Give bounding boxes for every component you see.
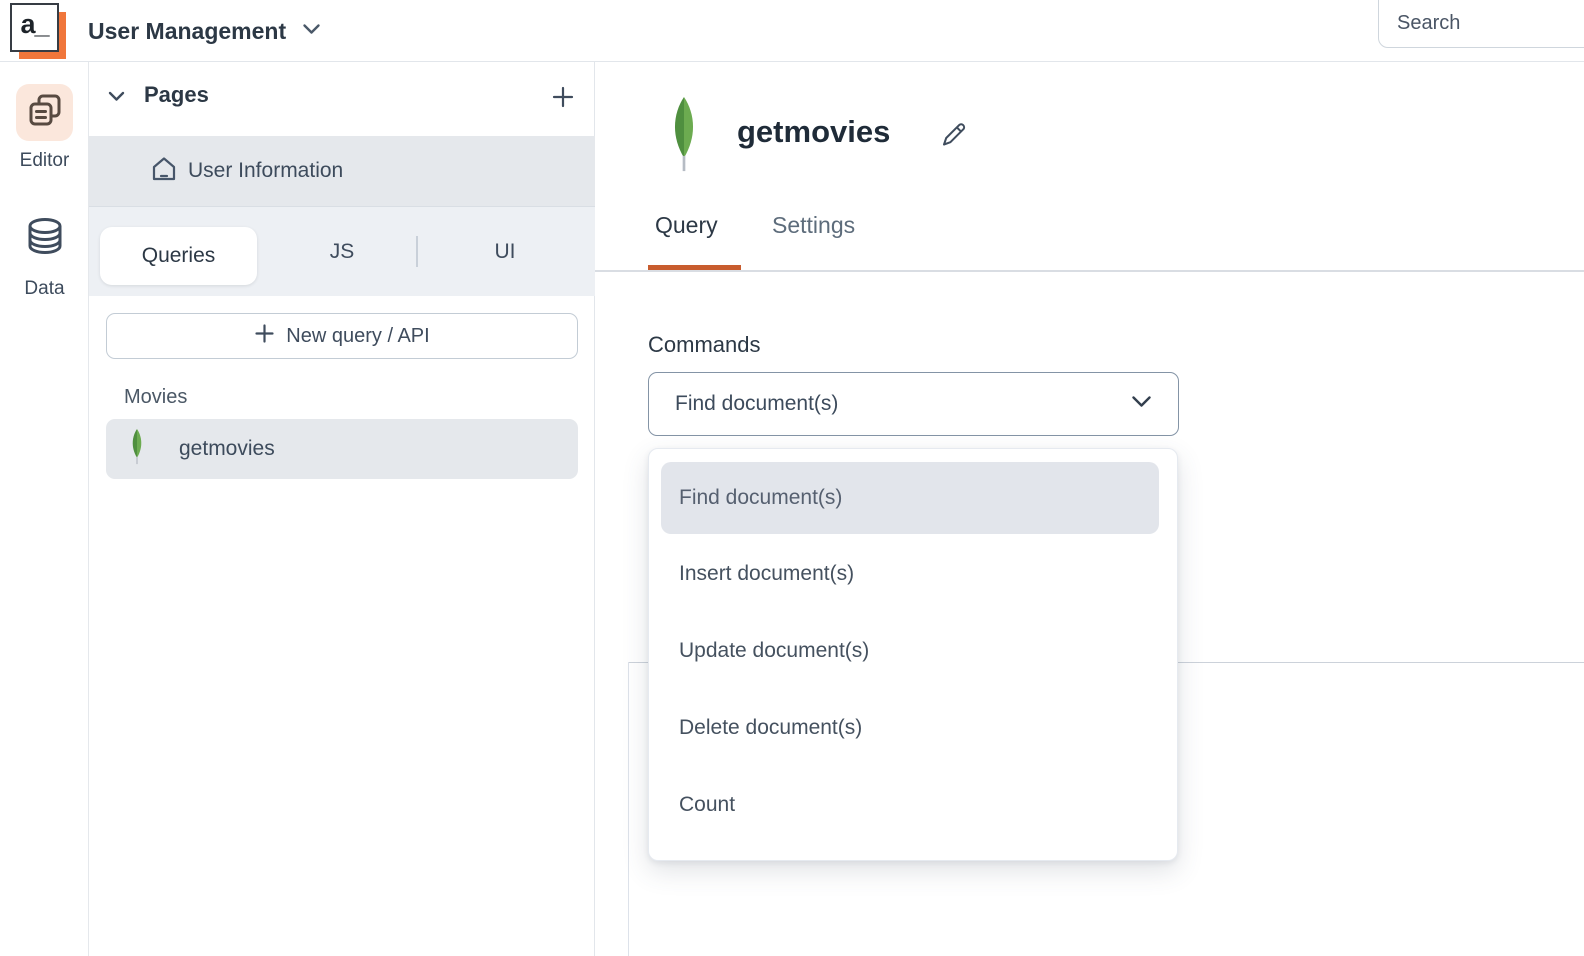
- menu-item-label: Update document(s): [679, 639, 869, 663]
- appsmith-logo[interactable]: a_: [10, 3, 68, 61]
- plus-icon: [254, 323, 275, 350]
- top-bar: a_ User Management: [0, 0, 1584, 62]
- page-item-user-information[interactable]: User Information: [89, 136, 595, 206]
- tab-queries[interactable]: Queries: [100, 227, 257, 285]
- pages-collapse-chevron-icon[interactable]: [108, 89, 125, 107]
- menu-item-delete-documents[interactable]: Delete document(s): [661, 692, 1159, 764]
- commands-select[interactable]: Find document(s): [648, 372, 1179, 436]
- tab-settings-label: Settings: [772, 212, 855, 238]
- tab-query-label: Query: [655, 212, 718, 238]
- divider: [416, 236, 418, 267]
- tab-query[interactable]: Query: [655, 212, 718, 239]
- edit-name-pencil-icon[interactable]: [938, 118, 970, 150]
- menu-item-label: Find document(s): [679, 486, 842, 510]
- app-title: User Management: [88, 18, 286, 45]
- mongodb-leaf-icon: [665, 95, 703, 180]
- new-query-button-label: New query / API: [286, 325, 429, 348]
- pages-title: Pages: [144, 82, 209, 108]
- main-area: getmovies Query Settings Commands Find d…: [595, 62, 1584, 956]
- entity-tabbar: Queries JS UI: [89, 207, 595, 296]
- menu-item-label: Insert document(s): [679, 562, 854, 586]
- query-group-label: Movies: [124, 386, 187, 409]
- logo-glyph: a_: [10, 3, 59, 52]
- query-item-label: getmovies: [179, 437, 275, 461]
- query-item-getmovies[interactable]: getmovies: [106, 419, 578, 479]
- menu-item-label: Delete document(s): [679, 716, 862, 740]
- chevron-down-icon: [302, 22, 321, 40]
- rail-item-data[interactable]: [21, 216, 69, 264]
- tab-ui-label: UI: [495, 240, 516, 264]
- left-rail: Editor Data: [0, 62, 89, 956]
- pages-stack-icon: [27, 92, 63, 133]
- divider: [628, 662, 629, 956]
- chevron-down-icon: [1131, 395, 1152, 413]
- tab-settings[interactable]: Settings: [772, 212, 855, 239]
- tab-ui[interactable]: UI: [475, 207, 535, 296]
- menu-item-update-documents[interactable]: Update document(s): [661, 615, 1159, 687]
- tab-js-label: JS: [330, 240, 355, 264]
- menu-item-label: Count: [679, 793, 735, 817]
- query-title: getmovies: [737, 114, 890, 150]
- commands-dropdown-menu: Find document(s) Insert document(s) Upda…: [648, 448, 1178, 861]
- divider: [595, 270, 1584, 272]
- new-query-button[interactable]: New query / API: [106, 313, 578, 359]
- tab-js[interactable]: JS: [312, 207, 372, 296]
- menu-item-find-documents[interactable]: Find document(s): [661, 462, 1159, 534]
- mongodb-leaf-icon: [128, 428, 146, 471]
- app-title-menu[interactable]: User Management: [88, 0, 321, 62]
- commands-label: Commands: [648, 332, 760, 358]
- menu-item-count[interactable]: Count: [661, 769, 1159, 841]
- app-screen: a_ User Management Editor: [0, 0, 1584, 956]
- page-item-label: User Information: [188, 159, 343, 183]
- pages-panel: Pages User Information Queries JS: [89, 62, 595, 956]
- rail-item-editor[interactable]: [16, 84, 73, 141]
- search-input[interactable]: [1378, 0, 1584, 48]
- home-icon: [150, 155, 178, 188]
- add-page-button[interactable]: [549, 83, 577, 111]
- database-icon: [22, 215, 68, 266]
- menu-item-insert-documents[interactable]: Insert document(s): [661, 538, 1159, 610]
- rail-item-editor-label: Editor: [0, 150, 89, 172]
- commands-select-value: Find document(s): [675, 392, 1131, 416]
- pages-header: Pages: [89, 62, 595, 126]
- rail-item-data-label: Data: [0, 278, 89, 300]
- tab-queries-label: Queries: [142, 244, 216, 268]
